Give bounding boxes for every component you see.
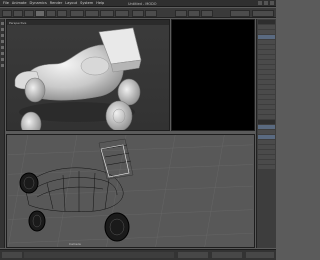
menu-dynamics[interactable]: Dynamics: [30, 1, 47, 5]
item-list-panel: [256, 19, 276, 248]
list-item[interactable]: [258, 110, 275, 114]
list-item[interactable]: [258, 145, 275, 149]
tool-icon[interactable]: [1, 52, 4, 55]
tool-icon[interactable]: [1, 58, 4, 61]
minimize-icon[interactable]: [258, 1, 262, 5]
menu-file[interactable]: File: [3, 1, 9, 5]
panel-tab[interactable]: [258, 120, 275, 124]
timeline-track[interactable]: [24, 252, 174, 258]
list-item[interactable]: [258, 40, 275, 44]
list-item[interactable]: [258, 30, 275, 34]
perspective-viewport[interactable]: Perspective: [6, 19, 170, 131]
list-item[interactable]: [258, 55, 275, 59]
tool-icon[interactable]: [1, 64, 4, 67]
list-item[interactable]: [258, 140, 275, 144]
list-item[interactable]: [258, 130, 275, 134]
toolbar-button[interactable]: [85, 9, 99, 17]
list-item[interactable]: [258, 100, 275, 104]
menu-render[interactable]: Render: [50, 1, 62, 5]
menu-layout[interactable]: Layout: [65, 1, 77, 5]
close-icon[interactable]: [270, 1, 274, 5]
list-item[interactable]: [258, 80, 275, 84]
list-item[interactable]: [258, 115, 275, 119]
toolbar-button[interactable]: [132, 9, 144, 17]
list-item-selected[interactable]: [258, 135, 275, 139]
window-title: Untitled - MODO: [128, 1, 157, 6]
tool-icon[interactable]: [1, 34, 4, 37]
left-tool-strip: [0, 19, 5, 248]
list-item[interactable]: [258, 45, 275, 49]
list-item[interactable]: [258, 165, 275, 169]
toolbar-button-active[interactable]: [35, 9, 45, 17]
render-preview-panel[interactable]: [171, 19, 255, 131]
maximize-icon[interactable]: [264, 1, 268, 5]
toolbar-button[interactable]: [57, 9, 67, 17]
menu-animate[interactable]: Animate: [12, 1, 27, 5]
list-item[interactable]: [258, 25, 275, 29]
tool-icon[interactable]: [1, 28, 4, 31]
toolbar-button[interactable]: [252, 9, 274, 17]
menu-bar: File Animate Dynamics Render Layout Syst…: [0, 0, 276, 7]
list-item[interactable]: [258, 90, 275, 94]
toolbar-button[interactable]: [201, 9, 213, 17]
toolbar-button[interactable]: [13, 9, 23, 17]
toolbar-button[interactable]: [2, 9, 12, 17]
list-item[interactable]: [258, 60, 275, 64]
tool-icon[interactable]: [1, 22, 4, 25]
toolbar-button[interactable]: [188, 9, 200, 17]
list-item[interactable]: [258, 75, 275, 79]
list-item[interactable]: [258, 155, 275, 159]
list-item[interactable]: [258, 160, 275, 164]
list-item[interactable]: [258, 95, 275, 99]
menu-help[interactable]: Help: [96, 1, 104, 5]
list-item-selected[interactable]: [258, 35, 275, 39]
list-item[interactable]: [258, 70, 275, 74]
timeline-control[interactable]: [2, 252, 22, 258]
toolbar-button[interactable]: [230, 9, 250, 17]
list-item-selected[interactable]: [258, 125, 275, 129]
timeline-bar: [0, 249, 276, 260]
timeline-control[interactable]: [212, 252, 242, 258]
list-item[interactable]: [258, 50, 275, 54]
camera-viewport[interactable]: Camera: [6, 134, 255, 248]
menu-system[interactable]: System: [80, 1, 93, 5]
list-item[interactable]: [258, 150, 275, 154]
toolbar-button[interactable]: [115, 9, 129, 17]
wireframe-car-model: [19, 138, 134, 242]
timeline-control[interactable]: [246, 252, 274, 258]
tool-icon[interactable]: [1, 46, 4, 49]
toolbar-button[interactable]: [175, 9, 187, 17]
list-item[interactable]: [258, 105, 275, 109]
viewport-label: Camera: [69, 242, 81, 246]
toolbar-button[interactable]: [46, 9, 56, 17]
window-controls: [258, 1, 274, 5]
tool-icon[interactable]: [1, 40, 4, 43]
toolbar-button[interactable]: [70, 9, 84, 17]
list-item[interactable]: [258, 85, 275, 89]
toolbar-button[interactable]: [145, 9, 157, 17]
panel-tab[interactable]: [258, 20, 275, 24]
toolbar-button[interactable]: [100, 9, 114, 17]
list-item[interactable]: [258, 65, 275, 69]
shaded-car-model: [14, 27, 142, 130]
toolbar: [0, 8, 276, 18]
toolbar-button[interactable]: [24, 9, 34, 17]
playback-controls[interactable]: [178, 252, 208, 258]
